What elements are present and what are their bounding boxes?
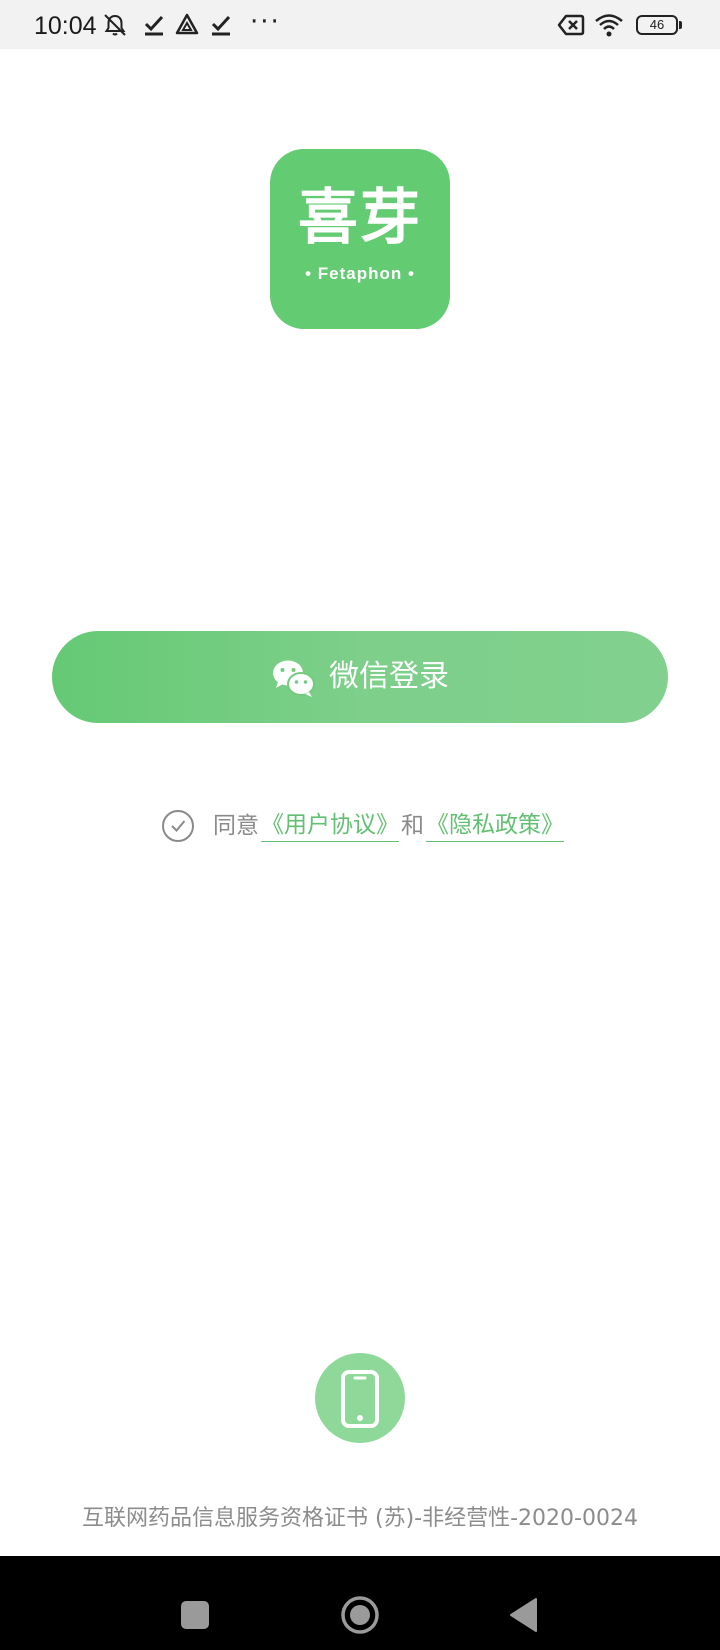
drive-icon xyxy=(175,13,199,35)
app-logo: 喜芽 • Fetaphon • xyxy=(270,149,450,329)
recent-apps-button[interactable] xyxy=(181,1601,209,1629)
license-text: 互联网药品信息服务资格证书 (苏)-非经营性-2020-0024 xyxy=(82,1506,638,1531)
sim-missing-icon xyxy=(557,14,585,36)
more-notifications-icon: ··· xyxy=(250,7,281,37)
user-agreement-link[interactable]: 《用户协议》 xyxy=(261,810,399,842)
mute-icon xyxy=(104,14,126,36)
phone-login-button[interactable] xyxy=(315,1353,405,1443)
check-icon xyxy=(144,15,164,36)
home-button[interactable] xyxy=(340,1595,380,1635)
phone-icon xyxy=(341,1370,379,1428)
status-bar: 10:04 ··· 46 xyxy=(0,0,720,49)
agree-checkbox[interactable] xyxy=(161,809,195,843)
wechat-login-label: 微信登录 xyxy=(329,659,449,694)
agreement-conjunction: 和 xyxy=(401,813,424,839)
wifi-icon xyxy=(595,14,623,37)
battery-tip xyxy=(679,21,682,29)
agreement-row: 同意 《用户协议》 和 《隐私政策》 xyxy=(161,806,564,846)
back-button[interactable] xyxy=(508,1597,538,1633)
wechat-login-button[interactable]: 微信登录 xyxy=(52,631,668,723)
status-time: 10:04 xyxy=(34,12,97,40)
privacy-policy-link[interactable]: 《隐私政策》 xyxy=(426,810,564,842)
agreement-prefix: 同意 xyxy=(213,813,259,839)
app-logo-subtitle: • Fetaphon • xyxy=(305,264,415,283)
check-icon xyxy=(211,15,231,36)
wechat-icon xyxy=(273,660,315,697)
battery-level: 46 xyxy=(649,17,665,32)
navigation-bar xyxy=(0,1556,720,1650)
app-logo-name: 喜芽 xyxy=(298,183,422,253)
